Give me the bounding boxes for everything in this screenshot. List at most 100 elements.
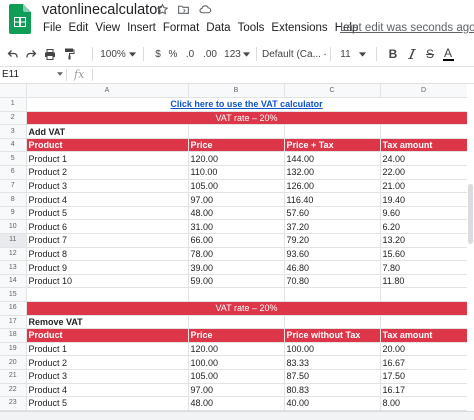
zoom-select[interactable]: 100% — [100, 42, 136, 66]
calculator-link-cell[interactable]: Click here to use the VAT calculator — [26, 97, 468, 112]
menu-tools[interactable]: Tools — [238, 22, 270, 34]
header-cell[interactable]: Price + Tax — [284, 138, 381, 153]
section-label[interactable]: Add VAT — [26, 124, 189, 139]
cell[interactable]: Product 2 — [26, 355, 189, 370]
cell[interactable] — [26, 287, 189, 302]
row-header[interactable]: 6 — [0, 165, 27, 180]
cell[interactable]: 15.60 — [380, 247, 468, 262]
cell[interactable] — [188, 315, 285, 330]
star-icon[interactable] — [156, 3, 169, 16]
cell[interactable]: 120.00 — [188, 151, 285, 167]
row-header[interactable]: 4 — [0, 138, 27, 153]
select-all-corner[interactable] — [0, 84, 27, 99]
cell[interactable]: 6.20 — [380, 219, 468, 235]
row-header[interactable]: 2 — [0, 111, 27, 126]
cell[interactable] — [284, 315, 381, 330]
cell[interactable]: Product 3 — [26, 179, 189, 194]
cell[interactable]: Product 1 — [26, 342, 189, 357]
cell[interactable]: 46.80 — [284, 260, 381, 275]
row-header[interactable]: 21 — [0, 369, 27, 384]
cloud-status-icon[interactable] — [198, 3, 212, 16]
menu-file[interactable]: File — [43, 22, 67, 34]
row-header[interactable]: 11 — [0, 233, 27, 248]
row-header[interactable]: 3 — [0, 124, 27, 139]
cell[interactable]: 48.00 — [188, 396, 285, 411]
cell[interactable]: 37.20 — [284, 219, 381, 235]
row-header[interactable]: 12 — [0, 247, 27, 262]
cell[interactable]: 110.00 — [188, 165, 285, 180]
row-header[interactable]: 13 — [0, 260, 27, 275]
cell[interactable]: 132.00 — [284, 165, 381, 180]
cell[interactable]: 9.60 — [380, 206, 468, 221]
chevron-down-icon[interactable] — [57, 72, 63, 76]
row-header[interactable]: 23 — [0, 396, 27, 411]
increase-decimal-button[interactable]: .00 — [200, 42, 220, 66]
header-cell[interactable]: Price — [188, 328, 285, 343]
text-color-button[interactable]: A — [441, 42, 455, 66]
column-header-c[interactable]: C — [284, 84, 381, 99]
section-label[interactable]: Remove VAT — [26, 315, 189, 330]
row-header[interactable]: 22 — [0, 383, 27, 398]
cell[interactable]: 59.00 — [188, 274, 285, 289]
cell[interactable]: 97.00 — [188, 383, 285, 398]
cell[interactable]: 20.00 — [380, 342, 468, 357]
cell[interactable]: 100.00 — [188, 355, 285, 370]
header-cell[interactable]: Price — [188, 138, 285, 153]
menu-data[interactable]: Data — [206, 22, 235, 34]
cell[interactable]: 39.00 — [188, 260, 285, 275]
cell[interactable]: Product 5 — [26, 396, 189, 411]
row-header[interactable]: 17 — [0, 315, 27, 330]
cell[interactable]: 100.00 — [284, 342, 381, 357]
row-header[interactable]: 15 — [0, 287, 27, 302]
row-header[interactable]: 18 — [0, 328, 27, 343]
cell[interactable]: 116.40 — [284, 192, 381, 207]
column-header-a[interactable]: A — [26, 84, 189, 99]
cell[interactable]: Product 5 — [26, 206, 189, 221]
cell[interactable]: Product 7 — [26, 233, 189, 248]
cell[interactable] — [380, 124, 468, 139]
cell[interactable]: 105.00 — [188, 369, 285, 384]
cell[interactable]: 40.00 — [284, 396, 381, 411]
cell[interactable] — [284, 124, 381, 139]
cell[interactable]: 120.00 — [188, 342, 285, 357]
row-header[interactable]: 19 — [0, 342, 27, 357]
cell[interactable]: Product 8 — [26, 247, 189, 262]
cell[interactable]: Product 9 — [26, 260, 189, 275]
cell[interactable] — [188, 287, 285, 302]
vat-rate-banner[interactable]: VAT rate – 20% — [26, 301, 468, 316]
cell[interactable]: 126.00 — [284, 179, 381, 194]
vat-rate-banner[interactable]: VAT rate – 20% — [26, 111, 468, 126]
cell[interactable]: Product 3 — [26, 369, 189, 384]
paint-format-button[interactable] — [61, 42, 77, 66]
header-cell[interactable]: Product — [26, 138, 189, 153]
sheets-logo-icon[interactable] — [9, 4, 31, 34]
cell[interactable]: Product 1 — [26, 151, 189, 167]
menu-extensions[interactable]: Extensions — [271, 22, 332, 34]
bold-button[interactable]: B — [386, 42, 400, 66]
cell[interactable]: 22.00 — [380, 165, 468, 180]
print-button[interactable] — [42, 42, 58, 66]
italic-button[interactable] — [405, 42, 419, 66]
cell[interactable]: 19.40 — [380, 192, 468, 207]
row-header[interactable]: 1 — [0, 97, 27, 112]
cell[interactable]: Product 4 — [26, 192, 189, 207]
vertical-scrollbar[interactable] — [467, 84, 474, 420]
redo-button[interactable] — [23, 42, 39, 66]
scrollbar-thumb[interactable] — [468, 184, 473, 244]
cell[interactable]: 83.33 — [284, 355, 381, 370]
percent-format-button[interactable]: % — [167, 42, 179, 66]
row-header[interactable]: 5 — [0, 151, 27, 167]
menu-format[interactable]: Format — [163, 22, 204, 34]
cell[interactable]: 57.60 — [284, 206, 381, 221]
undo-button[interactable] — [5, 42, 21, 66]
header-cell[interactable]: Price without Tax — [284, 328, 381, 343]
header-cell[interactable]: Tax amount — [380, 328, 468, 343]
cell[interactable]: 11.80 — [380, 274, 468, 289]
column-header-b[interactable]: B — [188, 84, 285, 99]
document-title[interactable]: vatonlinecalculator — [42, 2, 162, 18]
row-header[interactable]: 9 — [0, 206, 27, 221]
decrease-decimal-button[interactable]: .0 — [183, 42, 197, 66]
cell[interactable]: 97.00 — [188, 192, 285, 207]
menu-insert[interactable]: Insert — [127, 22, 161, 34]
cell[interactable]: 31.00 — [188, 219, 285, 235]
